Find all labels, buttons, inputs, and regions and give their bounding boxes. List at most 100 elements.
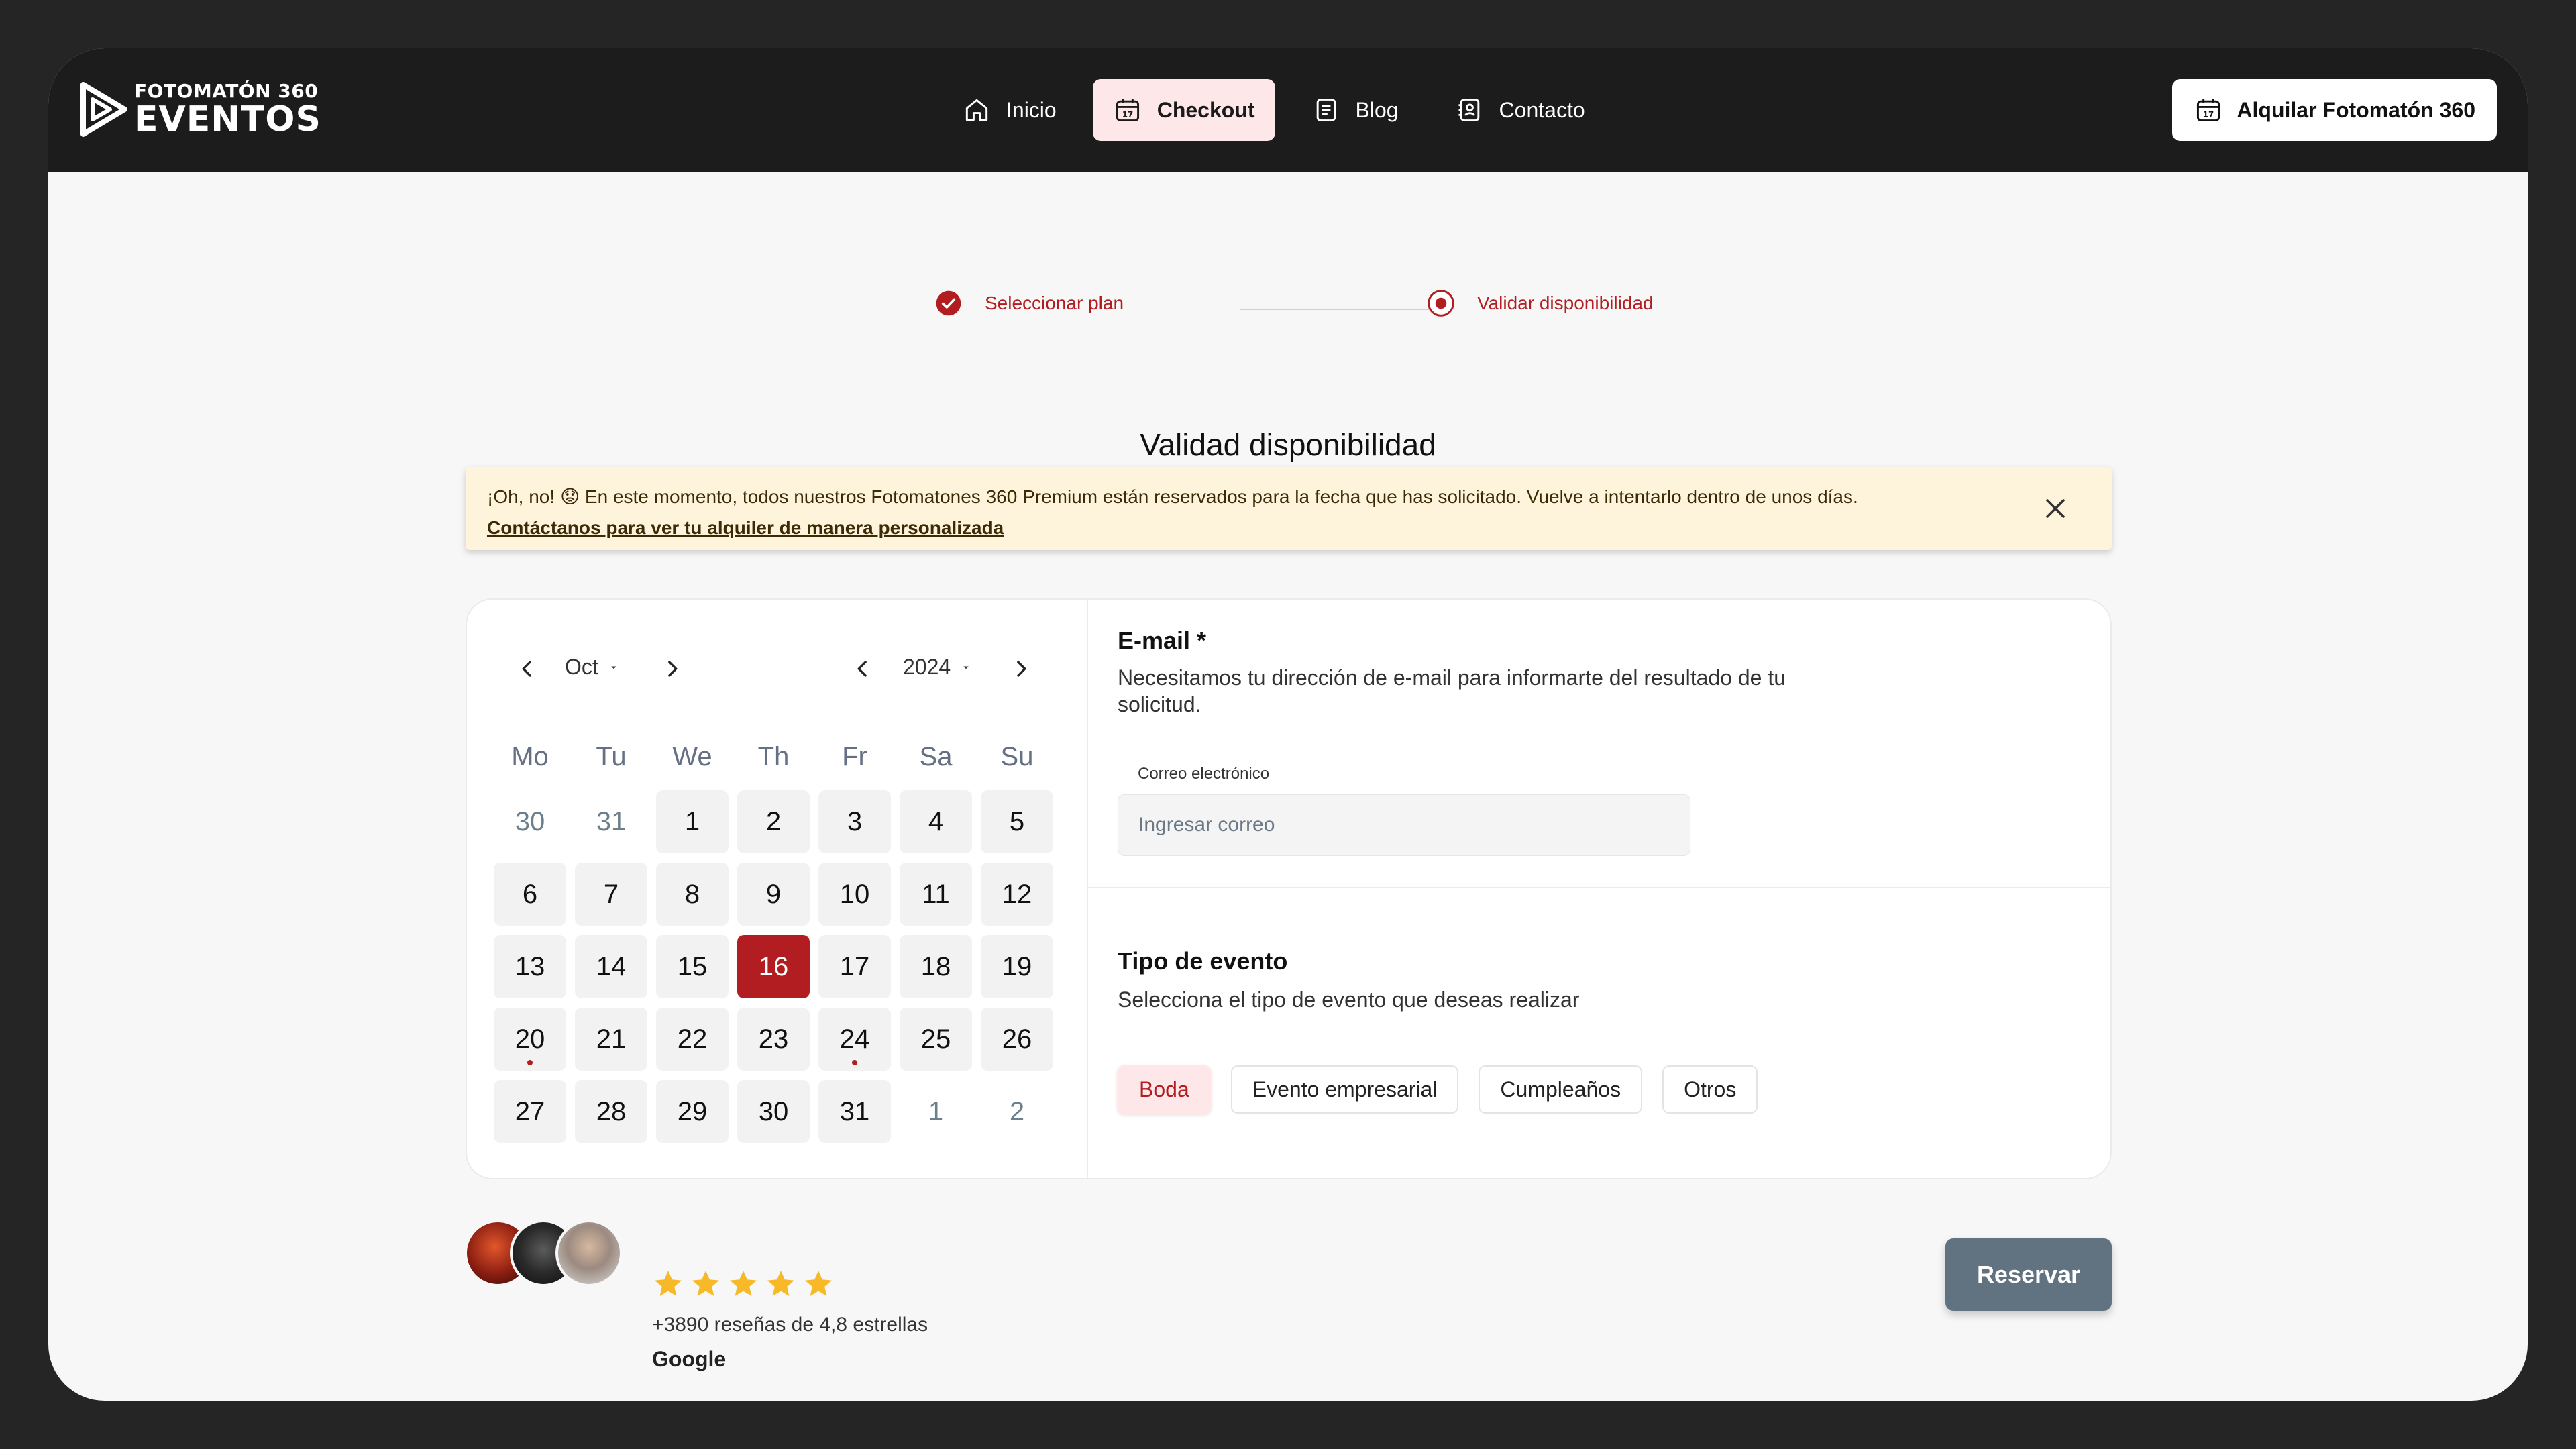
event-type-chip[interactable]: Evento empresarial	[1230, 1065, 1459, 1114]
contact-icon	[1458, 98, 1479, 122]
calendar-day[interactable]: 8	[656, 863, 729, 926]
day-number: 5	[1009, 806, 1025, 837]
calendar-day[interactable]: 20	[494, 1008, 566, 1071]
star-icon	[767, 1271, 794, 1296]
calendar-day: 2	[981, 1080, 1053, 1143]
calendar-day[interactable]: 4	[900, 790, 972, 853]
rent-fotomaton-button[interactable]: 17 Alquilar Fotomatón 360	[2172, 79, 2497, 141]
prev-year-chevron-icon[interactable]	[849, 655, 876, 682]
nav-item-contacto[interactable]: Contacto	[1435, 79, 1605, 141]
calendar-day[interactable]: 2	[737, 790, 810, 853]
booking-form: E-mail * Necesitamos tu dirección de e-m…	[1088, 600, 2110, 1178]
calendar-header: Oct 2024	[467, 645, 1088, 692]
day-number: 27	[515, 1096, 545, 1126]
google-label: Google	[652, 1347, 727, 1371]
radio-current-icon	[1428, 290, 1454, 317]
month-select[interactable]: Oct	[565, 655, 620, 680]
day-number: 2	[765, 806, 782, 837]
checkout-stepper: Seleccionar plan Validar disponibilidad	[934, 288, 1712, 329]
reserve-button[interactable]: Reservar	[1945, 1238, 2112, 1311]
nav-item-blog[interactable]: Blog	[1291, 79, 1419, 141]
contact-link[interactable]: Contáctanos para ver tu alquiler de mane…	[487, 513, 1858, 543]
event-dot-indicator	[527, 1060, 533, 1065]
event-type-chip[interactable]: Boda	[1118, 1065, 1211, 1114]
step-select-plan[interactable]: Seleccionar plan	[934, 288, 1124, 318]
day-number: 8	[684, 879, 700, 909]
calendar-day[interactable]: 29	[656, 1080, 729, 1143]
calendar-day[interactable]: 21	[575, 1008, 647, 1071]
reviews-count: +3890 reseñas de 4,8 estrellas	[652, 1313, 928, 1336]
home-icon	[965, 99, 988, 121]
weekday-header: Mo Tu We Th Fr Sa Su	[494, 742, 1053, 772]
close-icon[interactable]	[2039, 492, 2072, 525]
day-number: 1	[928, 1096, 944, 1126]
calendar-day[interactable]: 17	[818, 935, 891, 998]
step-validate-availability[interactable]: Validar disponibilidad	[1426, 288, 1654, 318]
calendar-day[interactable]: 22	[656, 1008, 729, 1071]
prev-month-chevron-icon[interactable]	[514, 655, 541, 682]
calendar-day[interactable]: 24	[818, 1008, 891, 1071]
calendar-day[interactable]: 10	[818, 863, 891, 926]
day-number: 11	[922, 879, 950, 909]
day-number: 18	[920, 951, 951, 981]
calendar-day[interactable]: 3	[818, 790, 891, 853]
calendar-day[interactable]: 19	[981, 935, 1053, 998]
day-number: 15	[677, 951, 708, 981]
email-field-label: Correo electrónico	[1138, 765, 1270, 783]
calendar-day[interactable]: 12	[981, 863, 1053, 926]
event-dot-indicator	[852, 1060, 857, 1065]
calendar-day[interactable]: 28	[575, 1080, 647, 1143]
next-month-chevron-icon[interactable]	[659, 655, 686, 682]
calendar-day[interactable]: 23	[737, 1008, 810, 1071]
calendar-day[interactable]: 11	[900, 863, 972, 926]
calendar-day: 30	[494, 790, 566, 853]
calendar-day[interactable]: 6	[494, 863, 566, 926]
calendar-day[interactable]: 7	[575, 863, 647, 926]
page-title: Validad disponibilidad	[1140, 427, 1436, 462]
day-number: 20	[515, 1024, 545, 1054]
weekday-label: Sa	[919, 742, 953, 771]
email-section: E-mail * Necesitamos tu dirección de e-m…	[1088, 600, 2110, 888]
calendar-day[interactable]: 25	[900, 1008, 972, 1071]
date-picker: Oct 2024 Mo Tu We Th Fr Sa Su 30 31 1 2 3 4 5 6 7 8 9 10 1…	[467, 600, 1088, 1178]
year-select[interactable]: 2024	[903, 655, 972, 680]
brand-logo[interactable]: FOTOMATÓN 360 EVENTOS	[78, 80, 321, 138]
calendar-day[interactable]: 18	[900, 935, 972, 998]
caret-down-icon	[611, 666, 616, 669]
calendar-day[interactable]: 14	[575, 935, 647, 998]
calendar-day[interactable]: 31	[818, 1080, 891, 1143]
calendar-day[interactable]: 1	[656, 790, 729, 853]
calendar-day[interactable]: 5	[981, 790, 1053, 853]
play-logo-icon	[80, 82, 127, 137]
weekday-label: Mo	[511, 742, 549, 771]
calendar-day[interactable]: 27	[494, 1080, 566, 1143]
nav-item-label: Contacto	[1499, 97, 1585, 122]
next-year-chevron-icon[interactable]	[1008, 655, 1034, 682]
alert-message-line: ¡Oh, no! 😟 En este momento, todos nuestr…	[487, 482, 1858, 513]
email-field[interactable]	[1118, 794, 1690, 856]
day-number: 9	[765, 879, 782, 909]
calendar-day[interactable]: 13	[494, 935, 566, 998]
calendar-day: 1	[900, 1080, 972, 1143]
calendar-day[interactable]: 26	[981, 1008, 1053, 1071]
reviewer-avatars	[464, 1220, 625, 1287]
nav-item-checkout[interactable]: 17 Checkout	[1092, 79, 1275, 141]
calendar-day: 31	[575, 790, 647, 853]
day-number: 21	[596, 1024, 627, 1054]
email-description: Necesitamos tu dirección de e-mail para …	[1118, 664, 1786, 718]
day-number: 12	[1002, 879, 1032, 909]
brand-line1: FOTOMATÓN 360	[134, 80, 319, 102]
brand-line2: EVENTOS	[134, 99, 321, 140]
calendar-day[interactable]: 30	[737, 1080, 810, 1143]
calendar-day-selected[interactable]: 16	[737, 935, 810, 998]
calendar-day[interactable]: 9	[737, 863, 810, 926]
calendar-icon: 17	[1116, 99, 1139, 122]
day-number: 30	[515, 806, 545, 837]
event-type-chip[interactable]: Otros	[1662, 1065, 1758, 1114]
day-number: 6	[522, 879, 538, 909]
event-type-chip[interactable]: Cumpleaños	[1479, 1065, 1643, 1114]
day-number: 1	[684, 806, 700, 837]
calendar-day[interactable]: 15	[656, 935, 729, 998]
check-circle-icon	[936, 290, 961, 316]
nav-item-inicio[interactable]: Inicio	[942, 79, 1077, 141]
